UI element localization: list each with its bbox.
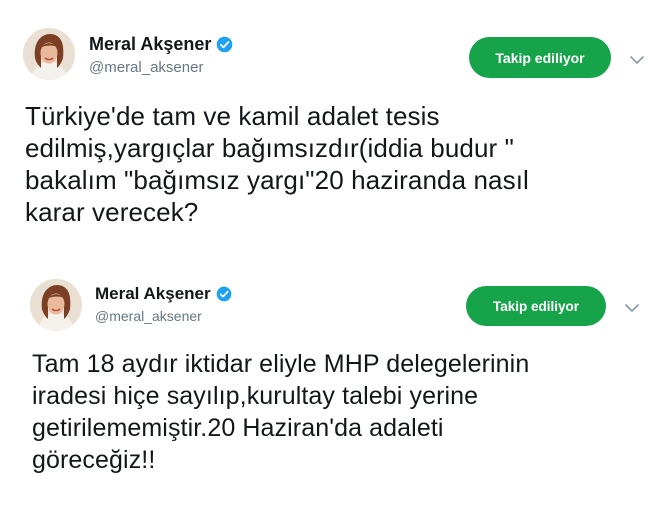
verified-badge-icon (216, 286, 233, 303)
following-button[interactable]: Takip ediliyor (469, 37, 611, 78)
tweet-text: Tam 18 aydır iktidar eliyle MHP delegele… (32, 350, 530, 474)
avatar[interactable] (30, 279, 82, 331)
avatar[interactable] (23, 28, 75, 80)
user-info[interactable]: Meral Akşener @meral_aksener (95, 283, 233, 324)
verified-badge-icon (216, 36, 233, 53)
profile-photo-icon (23, 28, 75, 80)
user-info[interactable]: Meral Akşener @meral_aksener (89, 33, 233, 76)
following-button[interactable]: Takip ediliyor (466, 286, 606, 326)
profile-photo-icon (30, 279, 82, 331)
tweet-card-1: Meral Akşener @meral_aksener Takip edili… (0, 0, 670, 258)
tweet-text: Türkiye'de tam ve kamil adalet tesis edi… (25, 101, 529, 227)
display-name[interactable]: Meral Akşener (89, 34, 211, 55)
tweet-card-2: Meral Akşener @meral_aksener Takip edili… (0, 262, 670, 509)
user-handle[interactable]: @meral_aksener (89, 59, 233, 76)
chevron-down-icon[interactable] (629, 53, 645, 65)
display-name[interactable]: Meral Akşener (95, 284, 211, 304)
chevron-down-icon[interactable] (624, 301, 640, 313)
user-handle[interactable]: @meral_aksener (95, 308, 233, 324)
